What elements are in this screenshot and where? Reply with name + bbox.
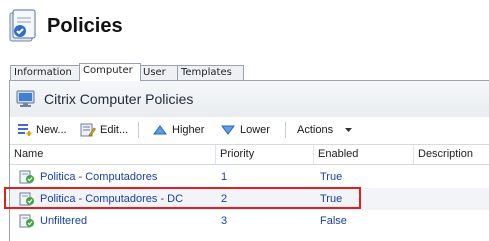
- table-row[interactable]: Politica - Computadores - DC 2 True: [10, 188, 489, 210]
- tab-information[interactable]: Information: [10, 65, 81, 80]
- policy-priority: 1: [221, 171, 228, 183]
- page-title: Policies: [47, 15, 123, 37]
- page-header: Policies: [0, 0, 489, 60]
- policies-icon: [9, 9, 36, 42]
- edit-label: Edit...: [100, 124, 129, 136]
- tab-templates[interactable]: Templates: [177, 65, 244, 80]
- chevron-down-icon: [345, 128, 352, 132]
- actions-label: Actions: [297, 124, 334, 136]
- tab-bar: Information Computer User Templates: [0, 60, 489, 81]
- table-row[interactable]: Politica - Computadores 1 True: [10, 166, 489, 188]
- actions-dropdown[interactable]: Actions: [297, 121, 363, 139]
- arrow-up-icon: [153, 125, 167, 135]
- policy-name: Politica - Computadores: [40, 171, 158, 183]
- toolbar-separator: [138, 122, 139, 138]
- toolbar: New... Edit... Higher Lower Actions: [10, 118, 489, 142]
- citrix-computer-icon: [16, 90, 35, 107]
- table-row[interactable]: Unfiltered 3 False: [10, 210, 489, 232]
- policies-panel: Citrix Computer Policies New... Edit...: [9, 80, 489, 241]
- policy-icon: [19, 214, 34, 228]
- arrow-down-icon: [221, 125, 235, 135]
- column-header-priority[interactable]: Priority: [215, 145, 313, 164]
- new-button[interactable]: New...: [16, 121, 74, 139]
- policy-enabled: False: [320, 215, 347, 227]
- column-header-name[interactable]: Name: [10, 145, 215, 164]
- edit-icon: [80, 123, 96, 137]
- tab-user[interactable]: User: [139, 65, 179, 80]
- column-header-enabled[interactable]: Enabled: [313, 145, 413, 164]
- policy-icon: [19, 192, 34, 206]
- policy-priority: 2: [221, 193, 228, 205]
- lower-label: Lower: [240, 124, 270, 136]
- policy-priority: 3: [221, 215, 228, 227]
- higher-label: Higher: [172, 124, 205, 136]
- section-header: Citrix Computer Policies: [10, 81, 489, 117]
- new-icon: [18, 124, 32, 136]
- higher-button[interactable]: Higher: [152, 121, 214, 139]
- table-header: Name Priority Enabled Description: [10, 144, 489, 165]
- policy-name: Politica - Computadores - DC: [40, 193, 184, 205]
- policy-icon: [19, 170, 34, 184]
- policy-name: Unfiltered: [40, 215, 88, 227]
- lower-button[interactable]: Lower: [220, 121, 280, 139]
- column-header-description[interactable]: Description: [413, 145, 489, 164]
- policy-enabled: True: [320, 171, 343, 183]
- edit-button[interactable]: Edit...: [80, 121, 132, 139]
- section-title: Citrix Computer Policies: [44, 91, 194, 107]
- new-label: New...: [36, 124, 67, 136]
- toolbar-separator: [285, 122, 286, 138]
- tab-computer[interactable]: Computer: [79, 63, 141, 81]
- policy-enabled: True: [320, 193, 343, 205]
